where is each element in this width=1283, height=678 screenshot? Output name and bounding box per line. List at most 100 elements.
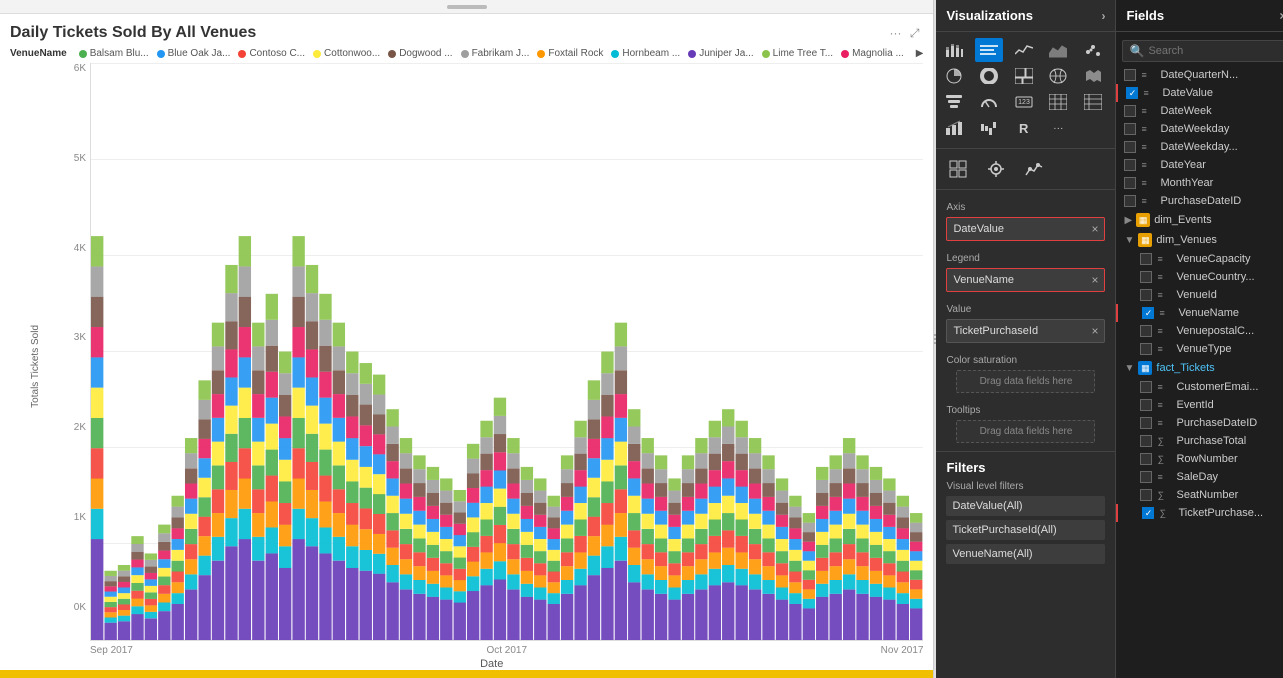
legend-scroll-right[interactable]: ▶ (916, 48, 924, 59)
format-icon[interactable] (980, 155, 1012, 183)
field-RowNumber[interactable]: ∑ RowNumber (1116, 450, 1283, 468)
field-checkbox-CustomerEmai[interactable] (1140, 381, 1152, 393)
field-checkbox-VenueCapacity[interactable] (1140, 253, 1152, 265)
field-checkbox-VenueCountry[interactable] (1140, 271, 1152, 283)
stacked-column-chart-icon[interactable] (940, 38, 968, 62)
field-VenueName[interactable]: ≡ VenueName (1116, 304, 1283, 322)
gauge-icon[interactable] (975, 90, 1003, 114)
fields-list: ≡ DateQuarterN... ≡ DateValue ≡ DateWeek… (1116, 66, 1283, 678)
treemap-icon[interactable] (1010, 64, 1038, 88)
color-saturation-drag[interactable]: Drag data fields here (956, 370, 1095, 393)
field-checkbox-EventId[interactable] (1140, 399, 1152, 411)
matrix-icon[interactable] (1079, 90, 1107, 114)
field-TicketPurchase[interactable]: ∑ TicketPurchase... (1116, 504, 1283, 522)
expand-button[interactable]: ⤢ (910, 26, 920, 41)
legend-item-6: Fabrikam J... (461, 48, 530, 59)
field-DateWeek[interactable]: ≡ DateWeek (1116, 102, 1283, 120)
field-VenueType[interactable]: ≡ VenueType (1116, 340, 1283, 358)
funnel-icon[interactable] (940, 90, 968, 114)
legend-dot-7 (537, 50, 545, 58)
field-checkbox-MonthYear[interactable] (1124, 177, 1136, 189)
fields-search-box[interactable]: 🔍 (1122, 40, 1283, 62)
field-checkbox-DateWeek[interactable] (1124, 105, 1136, 117)
field-checkbox-DateYear[interactable] (1124, 159, 1136, 171)
field-SeatNumber[interactable]: ∑ SeatNumber (1116, 486, 1283, 504)
field-VenueId[interactable]: ≡ VenueId (1116, 286, 1283, 304)
more-visuals-icon[interactable]: ··· (1044, 116, 1072, 140)
field-SaleDay[interactable]: ≡ SaleDay (1116, 468, 1283, 486)
fields-panel-close[interactable]: × (1279, 9, 1283, 23)
field-checkbox-RowNumber[interactable] (1140, 453, 1152, 465)
fields-search-input[interactable] (1148, 45, 1283, 57)
field-DateYear[interactable]: ≡ DateYear (1116, 156, 1283, 174)
field-PurchaseTotal[interactable]: ∑ PurchaseTotal (1116, 432, 1283, 450)
field-checkbox-DateWeekday[interactable] (1124, 123, 1136, 135)
field-checkbox-VenueType[interactable] (1140, 343, 1152, 355)
value-remove-button[interactable]: × (1091, 324, 1098, 338)
legend-value[interactable]: VenueName × (946, 268, 1105, 292)
scatter-chart-icon[interactable] (1079, 38, 1107, 62)
field-CustomerEmai[interactable]: ≡ CustomerEmai... (1116, 378, 1283, 396)
field-VenuepostalC[interactable]: ≡ VenuepostalC... (1116, 322, 1283, 340)
field-checkbox-SeatNumber[interactable] (1140, 489, 1152, 501)
viz-bottom-icons (936, 151, 1115, 187)
viz-icons-grid: 123 R ··· (936, 32, 1115, 146)
field-DateWeekday[interactable]: ≡ DateWeekday (1116, 120, 1283, 138)
chart-svg (91, 63, 923, 640)
field-DateWeekdayLong[interactable]: ≡ DateWeekday... (1116, 138, 1283, 156)
viz-panel-arrow[interactable]: › (1101, 9, 1105, 23)
field-checkbox-PurchaseDateID[interactable] (1124, 195, 1136, 207)
analytics-icon[interactable] (1018, 155, 1050, 183)
field-MonthYear[interactable]: ≡ MonthYear (1116, 174, 1283, 192)
field-checkbox-VenueName[interactable] (1142, 307, 1154, 319)
field-checkbox-VenuepostalC[interactable] (1140, 325, 1152, 337)
tooltips-drag[interactable]: Drag data fields here (956, 420, 1095, 443)
field-checkbox-TicketPurchase[interactable] (1142, 507, 1154, 519)
field-PurchaseDateID[interactable]: ≡ PurchaseDateID (1116, 192, 1283, 210)
field-DateQuarterN[interactable]: ≡ DateQuarterN... (1116, 66, 1283, 84)
field-checkbox-DateValue[interactable] (1126, 87, 1138, 99)
fields-icon[interactable] (942, 155, 974, 183)
field-VenueCountry[interactable]: ≡ VenueCountry... (1116, 268, 1283, 286)
filter-item-1[interactable]: DateValue(All) (946, 496, 1105, 516)
field-checkbox-DateWeekdayLong[interactable] (1124, 141, 1136, 153)
axis-value[interactable]: DateValue × (946, 217, 1105, 241)
field-EventId[interactable]: ≡ EventId (1116, 396, 1283, 414)
legend-remove-button[interactable]: × (1091, 273, 1098, 287)
donut-chart-icon[interactable] (975, 64, 1003, 88)
chart-title: Daily Tickets Sold By All Venues (10, 24, 923, 42)
bar-chart-icon[interactable] (975, 38, 1003, 62)
value-value[interactable]: TicketPurchaseId × (946, 319, 1105, 343)
field-wells: Axis DateValue × Legend VenueName × Valu… (936, 192, 1115, 678)
table-icon[interactable] (1044, 90, 1072, 114)
area-chart-icon[interactable] (1044, 38, 1072, 62)
field-checkbox-PurchaseDateID2[interactable] (1140, 417, 1152, 429)
field-checkbox-SaleDay[interactable] (1140, 471, 1152, 483)
group-dim-venues[interactable]: ▼ ▦ dim_Venues (1116, 230, 1283, 250)
kpi-icon[interactable] (940, 116, 968, 140)
more-options-button[interactable]: ··· (889, 26, 901, 40)
field-DateValue[interactable]: ≡ DateValue (1116, 84, 1283, 102)
pie-chart-icon[interactable] (940, 64, 968, 88)
legend-dot-6 (461, 50, 469, 58)
filled-map-icon[interactable] (1079, 64, 1107, 88)
map-icon[interactable] (1044, 64, 1072, 88)
legend-item-8: Hornbeam ... (611, 48, 680, 59)
group-dim-events[interactable]: ▶ ▦ dim_Events (1116, 210, 1283, 230)
line-chart-icon[interactable] (1010, 38, 1038, 62)
field-VenueCapacity[interactable]: ≡ VenueCapacity (1116, 250, 1283, 268)
field-checkbox-PurchaseTotal[interactable] (1140, 435, 1152, 447)
filter-item-2[interactable]: TicketPurchaseId(All) (946, 520, 1105, 540)
field-checkbox-DateQuarterN[interactable] (1124, 69, 1136, 81)
filter-item-3[interactable]: VenueName(All) (946, 544, 1105, 564)
r-visual-icon[interactable]: R (1010, 116, 1038, 140)
legend-item-4: Cottonwoo... (313, 48, 380, 59)
top-bar (0, 0, 933, 14)
card-icon[interactable]: 123 (1010, 90, 1038, 114)
field-PurchaseDateID2[interactable]: ≡ PurchaseDateID (1116, 414, 1283, 432)
field-checkbox-VenueId[interactable] (1140, 289, 1152, 301)
waterfall-icon[interactable] (975, 116, 1003, 140)
group-fact-tickets[interactable]: ▼ ▦ fact_Tickets (1116, 358, 1283, 378)
legend-item-1: Balsam Blu... (79, 48, 149, 59)
axis-remove-button[interactable]: × (1091, 222, 1098, 236)
